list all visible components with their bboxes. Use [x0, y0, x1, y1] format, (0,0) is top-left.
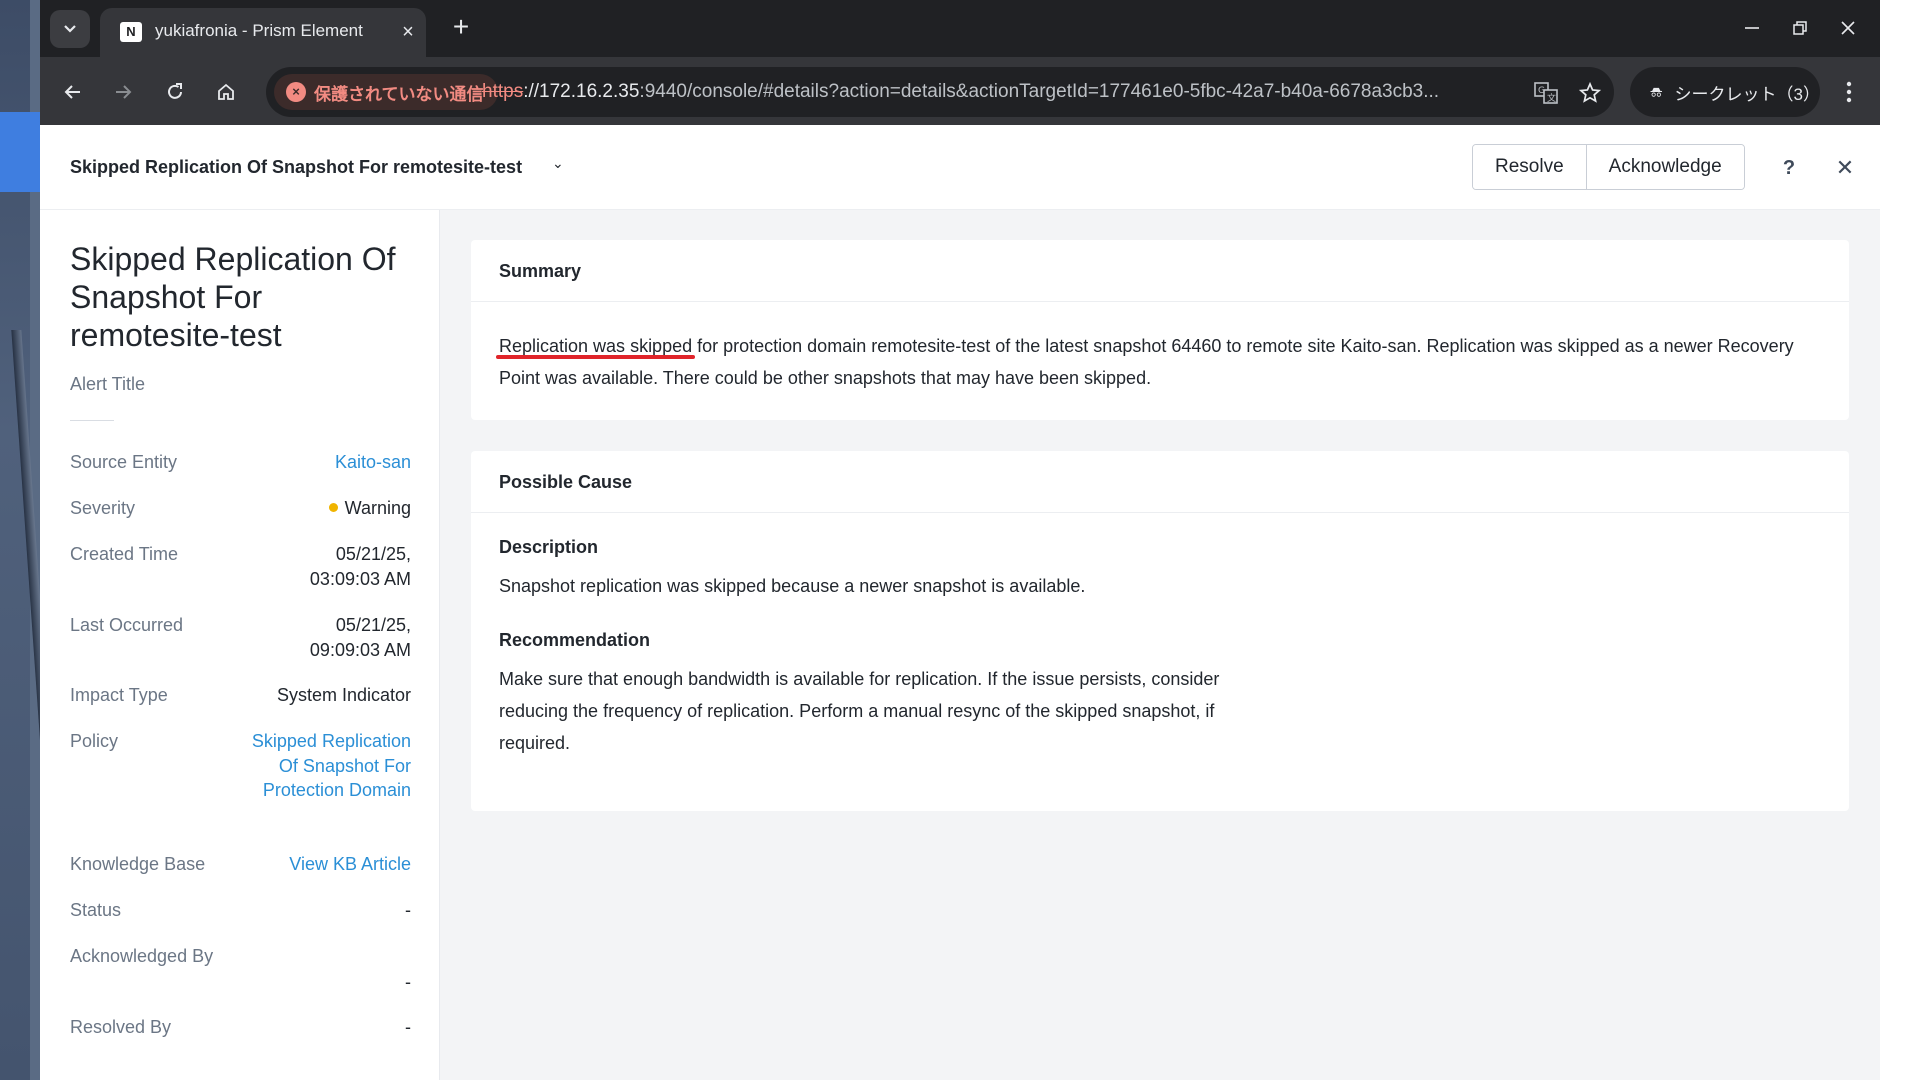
kb-article-link[interactable]: View KB Article	[289, 852, 411, 877]
reload-button[interactable]	[156, 73, 194, 111]
chevron-down-icon[interactable]: ⌄	[552, 155, 564, 172]
home-icon	[218, 83, 234, 100]
security-label: 保護されていない通信	[314, 84, 484, 104]
svg-text:文: 文	[1547, 92, 1556, 104]
created-time-value: 05/21/25, 03:09:03 AM	[309, 544, 411, 589]
summary-card: Summary Replication was skipped for prot…	[471, 240, 1849, 420]
browser-menu-button[interactable]	[1830, 73, 1868, 111]
arrow-right-icon	[116, 85, 132, 99]
resolved-by-value: -	[405, 1017, 411, 1037]
restore-button[interactable]	[1780, 10, 1820, 46]
desktop-accent	[0, 112, 42, 192]
minimize-icon	[1745, 27, 1759, 29]
desktop-right-edge	[1880, 0, 1920, 1080]
browser-toolbar: × 保護されていない通信 https://172.16.2.35:9440/co…	[40, 57, 1880, 125]
help-icon[interactable]: ?	[1774, 153, 1804, 183]
action-button-group: Resolve Acknowledge	[1472, 144, 1745, 190]
last-occurred-label: Last Occurred	[70, 615, 184, 635]
alert-title-caption: Alert Title	[70, 374, 146, 394]
severity-text: Warning	[344, 498, 411, 518]
new-tab-plus-icon[interactable]: +	[445, 12, 477, 44]
severity-value: Warning	[328, 496, 411, 521]
last-occurred-value: 05/21/25, 09:09:03 AM	[309, 615, 411, 660]
url-host: ://172.16.2.35	[523, 81, 640, 102]
possible-cause-heading: Possible Cause	[471, 451, 1849, 513]
recommendation-text: Make sure that enough bandwidth is avail…	[499, 669, 1220, 753]
home-button[interactable]	[207, 73, 245, 111]
acknowledge-button[interactable]: Acknowledge	[1585, 145, 1744, 189]
divider	[70, 420, 114, 421]
created-time-label: Created Time	[70, 544, 179, 564]
recommendation-heading: Recommendation	[499, 630, 651, 650]
url-scheme: https	[482, 81, 524, 102]
restore-icon	[1793, 21, 1807, 35]
description-heading: Description	[499, 537, 599, 557]
source-entity-label: Source Entity	[70, 452, 178, 472]
status-value: -	[405, 900, 411, 920]
resolve-button[interactable]: Resolve	[1473, 145, 1586, 189]
close-icon[interactable]: ✕	[1830, 153, 1860, 183]
summary-heading: Summary	[471, 240, 1849, 302]
summary-text-rest: for protection domain remotesite-test of…	[499, 336, 1794, 388]
description-text: Snapshot replication was skipped because…	[499, 576, 1086, 596]
highlighted-phrase: Replication was skipped	[499, 336, 693, 356]
back-button[interactable]	[54, 73, 92, 111]
alert-main-content: Summary Replication was skipped for prot…	[440, 210, 1880, 1080]
incognito-label: シークレット（3）	[1674, 84, 1820, 104]
acknowledged-by-label: Acknowledged By	[70, 946, 214, 966]
acknowledged-by-value: -	[405, 972, 411, 992]
summary-text: Replication was skipped for protection d…	[471, 302, 1849, 394]
resolved-by-label: Resolved By	[70, 1017, 172, 1037]
forward-button[interactable]	[104, 73, 142, 111]
impact-type-value: System Indicator	[276, 685, 411, 705]
minimize-button[interactable]	[1732, 10, 1772, 46]
policy-label: Policy	[70, 731, 119, 751]
warning-dot-icon	[328, 502, 338, 512]
alert-detail-panel: Skipped Replication Of Snapshot For remo…	[40, 210, 440, 1080]
chevron-down-icon	[64, 25, 76, 33]
severity-label: Severity	[70, 498, 136, 518]
close-icon	[1841, 21, 1855, 35]
url-path: :9440/console/#details?action=details&ac…	[639, 81, 1440, 102]
alert-header: Skipped Replication Of Snapshot For remo…	[40, 125, 1880, 210]
incognito-indicator[interactable]: シークレット（3）	[1630, 67, 1820, 117]
header-alert-title[interactable]: Skipped Replication Of Snapshot For remo…	[70, 157, 522, 178]
reload-icon	[168, 83, 182, 99]
tab-bar: N yukiafronia - Prism Element × +	[40, 0, 1880, 57]
source-entity-link[interactable]: Kaito-san	[335, 450, 411, 475]
possible-cause-card: Possible Cause Description Snapshot repl…	[471, 451, 1849, 811]
tab-close-icon[interactable]: ×	[396, 20, 420, 44]
incognito-icon	[1650, 87, 1663, 97]
translate-icon[interactable]: G文	[1532, 79, 1560, 107]
url-text[interactable]: https://172.16.2.35:9440/console/#detail…	[482, 81, 1492, 103]
address-bar[interactable]: × 保護されていない通信 https://172.16.2.35:9440/co…	[266, 67, 1614, 117]
alert-title: Skipped Replication Of Snapshot For remo…	[70, 241, 396, 353]
tab-search-button[interactable]	[50, 10, 90, 48]
knowledge-base-label: Knowledge Base	[70, 854, 206, 874]
svg-text:G: G	[1538, 86, 1545, 96]
status-label: Status	[70, 900, 122, 920]
policy-link[interactable]: Skipped Replication Of Snapshot For Prot…	[236, 729, 411, 803]
browser-window: N yukiafronia - Prism Element × + × 保護され…	[40, 0, 1880, 1080]
arrow-left-icon	[64, 85, 80, 99]
more-vert-icon	[1846, 81, 1852, 103]
browser-tab-active[interactable]: N yukiafronia - Prism Element ×	[100, 8, 426, 57]
nutanix-favicon-icon: N	[120, 22, 142, 42]
impact-type-label: Impact Type	[70, 685, 168, 705]
bookmark-star-icon[interactable]	[1576, 79, 1604, 107]
not-secure-icon: ×	[286, 82, 306, 102]
tab-title: yukiafronia - Prism Element	[155, 21, 363, 40]
window-close-button[interactable]	[1828, 10, 1868, 46]
security-chip[interactable]: × 保護されていない通信	[274, 74, 498, 110]
